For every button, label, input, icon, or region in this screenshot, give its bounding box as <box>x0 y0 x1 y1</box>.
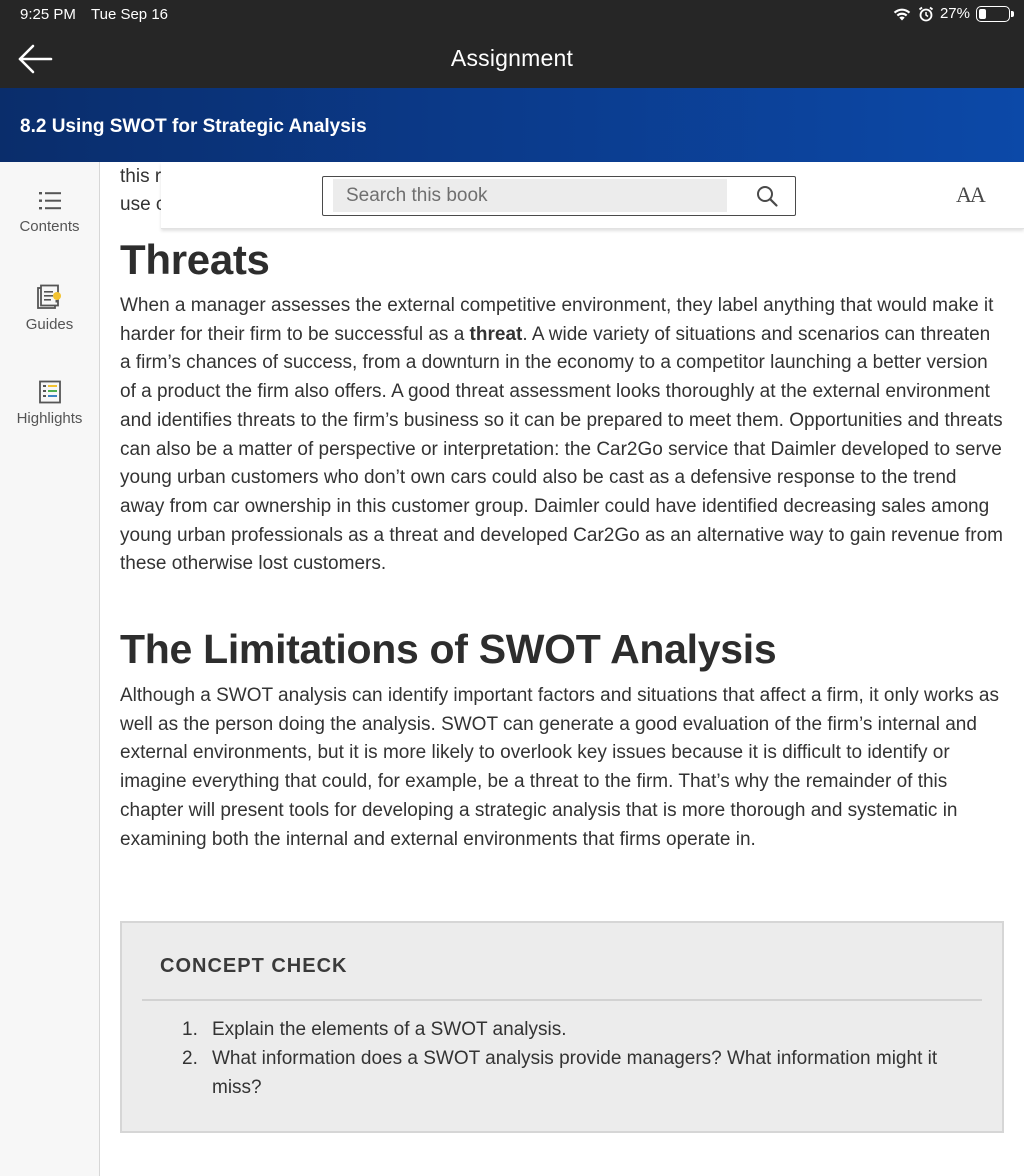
paragraph-text: . A wide variety of situations and scena… <box>120 323 1003 575</box>
battery-icon <box>976 5 1014 22</box>
guide-lightbulb-icon <box>36 284 61 309</box>
nav-bar: Assignment <box>0 30 1024 88</box>
chapter-banner: 8.2 Using SWOT for Strategic Analysis <box>0 88 1024 162</box>
font-size-button[interactable]: AA <box>956 182 986 208</box>
page-title: Assignment <box>450 45 574 71</box>
wifi-icon <box>893 8 911 20</box>
search-toolbar: AA <box>161 162 1024 229</box>
list-item-number: 1. <box>182 1019 198 1040</box>
status-indicators: 27% <box>892 5 1014 22</box>
partial-text-line: this r <box>120 166 162 187</box>
sidebar-item-label: Contents <box>19 218 80 235</box>
sidebar-item-highlights[interactable]: Highlights <box>0 380 99 427</box>
sidebar-item-label: Highlights <box>16 410 83 427</box>
sidebar-item-label: Guides <box>25 316 74 333</box>
partial-text-line: use c <box>120 194 166 215</box>
concept-check-list: 1. Explain the elements of a SWOT analysi… <box>182 1015 972 1102</box>
list-item: 2. What information does a SWOT analysis … <box>182 1044 972 1102</box>
list-icon <box>38 192 61 210</box>
status-time: 9:25 PM <box>20 6 76 23</box>
search-icon[interactable] <box>755 184 779 208</box>
list-item-text: Explain the elements of a SWOT analysis. <box>212 1019 567 1040</box>
sidebar: Contents Guides Highlights <box>0 162 100 1176</box>
search-input[interactable] <box>333 179 727 212</box>
list-item: 1. Explain the elements of a SWOT analysi… <box>182 1015 972 1044</box>
list-item-number: 2. <box>182 1048 198 1069</box>
chapter-title: 8.2 Using SWOT for Strategic Analysis <box>20 116 367 137</box>
section-heading-threats: Threats <box>120 236 270 283</box>
sidebar-item-contents[interactable]: Contents <box>0 190 99 235</box>
alarm-icon <box>918 6 934 21</box>
battery-fill <box>979 8 986 19</box>
battery-percent: 27% <box>939 5 970 22</box>
concept-check-box: CONCEPT CHECK 1. Explain the elements of … <box>120 921 1004 1133</box>
concept-check-title: CONCEPT CHECK <box>160 955 348 977</box>
section-heading-limitations: The Limitations of SWOT Analysis <box>120 626 777 672</box>
key-term: threat <box>469 323 523 345</box>
status-date: Tue Sep 16 <box>91 6 168 23</box>
highlights-list-icon <box>38 380 61 404</box>
paragraph-threats: When a manager assesses the external com… <box>120 292 1006 579</box>
search-box <box>322 176 796 216</box>
paragraph-limitations: Although a SWOT analysis can identify im… <box>120 685 999 850</box>
divider <box>142 999 982 1001</box>
sidebar-item-guides[interactable]: Guides <box>0 284 99 333</box>
list-item-text: What information does a SWOT analysis pr… <box>212 1048 938 1098</box>
status-bar: 9:25 PM Tue Sep 16 27% <box>0 0 1024 30</box>
